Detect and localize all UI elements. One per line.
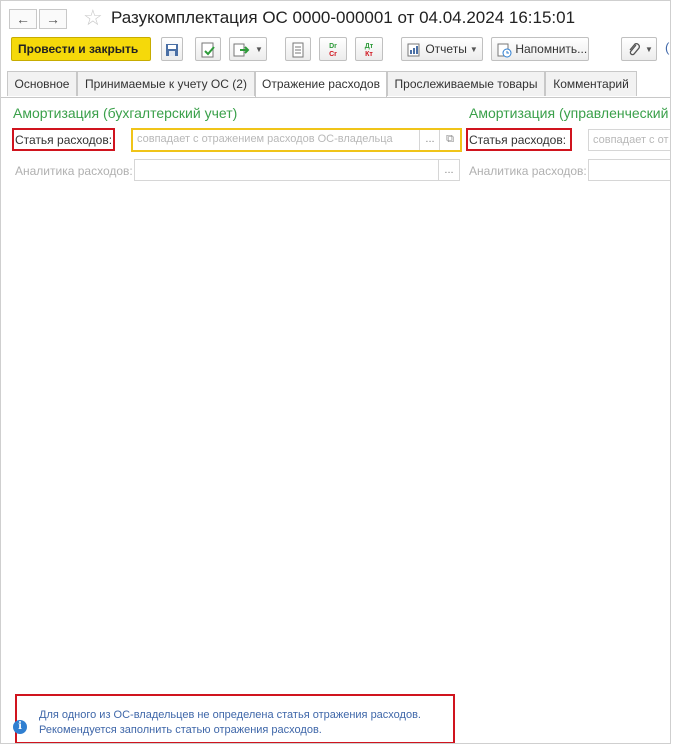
chevron-down-icon: ▼ bbox=[469, 44, 478, 54]
report-icon bbox=[407, 43, 420, 57]
reports-button[interactable]: Отчеты ▼ bbox=[401, 37, 483, 61]
help-link-fragment[interactable]: ( bbox=[665, 40, 669, 55]
title-bar: ← → ☆ Разукомплектация ОС 0000-000001 от… bbox=[1, 1, 670, 35]
attachments-button[interactable]: ▼ bbox=[621, 37, 657, 61]
select-button[interactable]: ... bbox=[419, 130, 440, 150]
dr-cr-icon: Dr Cr bbox=[329, 43, 337, 59]
tab-traceable-goods[interactable]: Прослеживаемые товары bbox=[387, 71, 545, 96]
section-title-accounting: Амортизация (бухгалтерский учет) bbox=[13, 105, 238, 121]
expense-analytics-field-mgmt[interactable] bbox=[588, 159, 670, 181]
tab-main[interactable]: Основное bbox=[7, 71, 77, 96]
expense-item-field[interactable]: совпадает с отражением расходов ОС-владе… bbox=[131, 128, 462, 152]
command-bar: Провести и закрыть ▼ Dr Cr Дт Кт Отчеты ▼ Н… bbox=[1, 37, 670, 65]
expense-analytics-label: Аналитика расходов: bbox=[15, 164, 133, 178]
arrow-left-icon: ← bbox=[16, 11, 30, 27]
warning-message-box: i Для одного из ОС-владельцев не определ… bbox=[13, 694, 455, 743]
document-window: ← → ☆ Разукомплектация ОС 0000-000001 от… bbox=[0, 0, 671, 744]
related-docs-button[interactable] bbox=[285, 37, 311, 61]
create-based-on-button[interactable]: ▼ bbox=[229, 37, 267, 61]
chevron-down-icon: ▼ bbox=[255, 44, 263, 54]
tab-bar: Основное Принимаемые к учету ОС (2) Отра… bbox=[1, 71, 670, 98]
tab-accepted-assets[interactable]: Принимаемые к учету ОС (2) bbox=[77, 71, 255, 96]
section-title-management: Амортизация (управленческий bbox=[469, 105, 669, 121]
save-icon bbox=[166, 43, 178, 56]
select-button[interactable]: ... bbox=[438, 160, 459, 180]
reminder-icon bbox=[497, 43, 512, 58]
post-document-icon bbox=[201, 42, 215, 58]
tab-comment[interactable]: Комментарий bbox=[545, 71, 637, 96]
post-and-close-button[interactable]: Провести и закрыть bbox=[11, 37, 151, 61]
list-icon bbox=[292, 42, 304, 58]
expense-item-field-mgmt[interactable]: совпадает с от bbox=[588, 129, 670, 151]
forward-button[interactable]: → bbox=[39, 9, 67, 29]
expense-analytics-label-mgmt: Аналитика расходов: bbox=[469, 164, 587, 178]
info-icon: i bbox=[13, 720, 27, 734]
debit-credit-button[interactable]: Dr Cr bbox=[319, 37, 347, 61]
expense-item-label: Статья расходов: bbox=[15, 133, 113, 147]
create-based-icon bbox=[233, 43, 250, 57]
post-button[interactable] bbox=[195, 37, 221, 61]
remind-button[interactable]: Напомнить... bbox=[491, 37, 589, 61]
open-icon[interactable]: ⧉ bbox=[439, 130, 460, 150]
back-button[interactable]: ← bbox=[9, 9, 37, 29]
save-button[interactable] bbox=[161, 37, 183, 61]
accounting-entries-button[interactable]: Дт Кт bbox=[355, 37, 383, 61]
warning-message-text[interactable]: Для одного из ОС-владельцев не определен… bbox=[39, 708, 421, 738]
chevron-down-icon: ▼ bbox=[645, 44, 653, 54]
expense-item-label-mgmt: Статья расходов: bbox=[469, 133, 567, 147]
expense-analytics-field[interactable]: ... bbox=[134, 159, 460, 181]
window-title: Разукомплектация ОС 0000-000001 от 04.04… bbox=[111, 8, 576, 27]
paperclip-icon bbox=[629, 42, 640, 56]
dt-kt-icon: Дт Кт bbox=[364, 43, 374, 59]
arrow-right-icon: → bbox=[46, 11, 60, 27]
tab-expense-reflection[interactable]: Отражение расходов bbox=[255, 71, 387, 97]
favorite-star-icon[interactable]: ☆ bbox=[83, 6, 103, 30]
